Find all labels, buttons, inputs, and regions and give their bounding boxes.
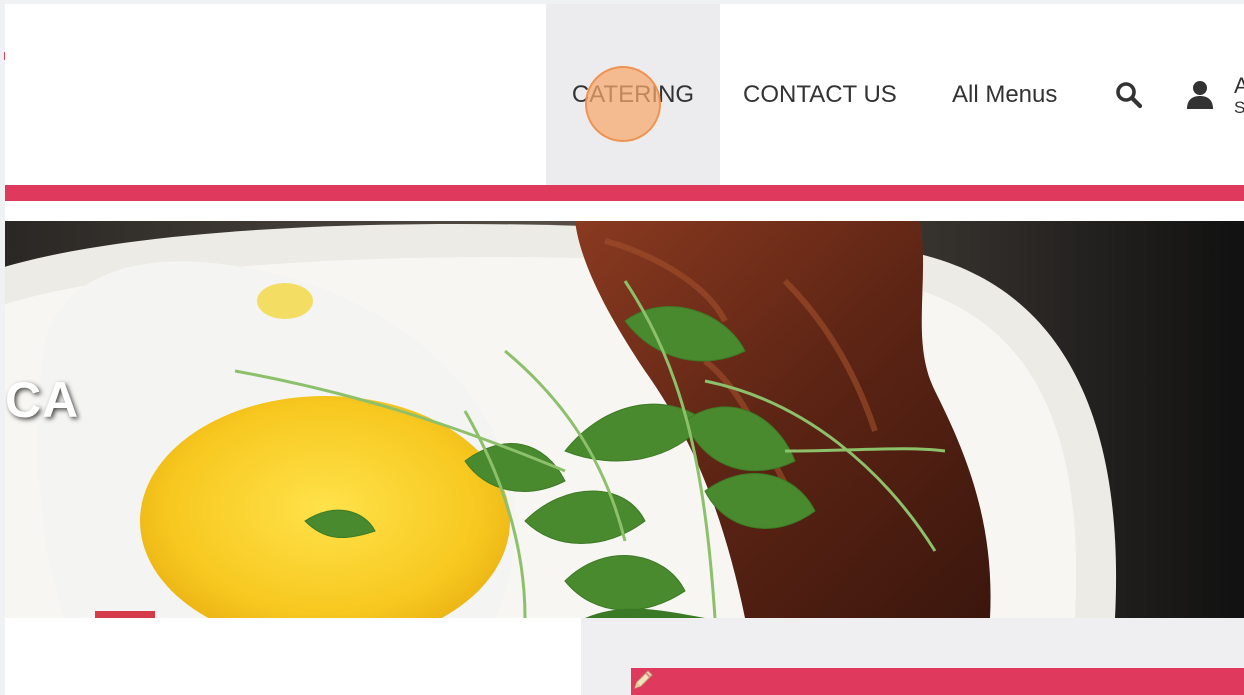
account-button[interactable]: [1183, 4, 1217, 185]
account-label-line2: S: [1234, 98, 1244, 117]
nav-catering[interactable]: CATERING: [546, 4, 720, 185]
search-icon: [1116, 81, 1143, 108]
action-button[interactable]: [631, 668, 1244, 695]
content-left: [5, 618, 581, 695]
user-icon: [1187, 80, 1213, 109]
account-label[interactable]: A S: [1234, 74, 1244, 120]
hero-heading: CA: [5, 372, 80, 428]
hero-image: [5, 221, 1244, 618]
header-accent-bar: [5, 185, 1244, 201]
nav-all-menus[interactable]: All Menus: [952, 4, 1057, 185]
account-label-line1: A: [1234, 73, 1244, 98]
page: CATERING CONTACT US All Menus A S CA: [0, 0, 1244, 695]
nav-contact-us[interactable]: CONTACT US: [743, 4, 897, 185]
pencil-icon: [634, 670, 653, 689]
search-button[interactable]: [1113, 4, 1145, 185]
site-header: CATERING CONTACT US All Menus A S: [5, 4, 1244, 185]
hero-banner: CA: [5, 221, 1244, 618]
